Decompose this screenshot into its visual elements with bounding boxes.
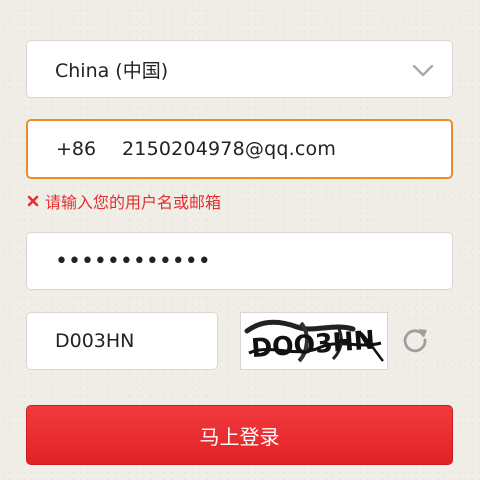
password-field[interactable]: •••••••••••• bbox=[26, 232, 453, 290]
country-code-prefix[interactable]: +86 bbox=[56, 138, 122, 160]
login-button-label: 马上登录 bbox=[199, 424, 280, 449]
account-input[interactable]: 2150204978@qq.com bbox=[122, 138, 336, 160]
captcha-image[interactable]: DOO3HN bbox=[240, 312, 388, 370]
chevron-down-icon bbox=[412, 64, 434, 77]
country-select[interactable]: China (中国) bbox=[26, 40, 453, 98]
account-field[interactable]: +86 2150204978@qq.com bbox=[26, 119, 453, 179]
captcha-graphic: DOO3HN bbox=[244, 319, 384, 365]
captcha-image-text: DOO3HN bbox=[250, 326, 376, 365]
login-button[interactable]: 马上登录 bbox=[26, 405, 453, 465]
password-input[interactable]: •••••••••••• bbox=[55, 249, 211, 274]
error-text: 请输入您的用户名或邮箱 bbox=[45, 193, 222, 212]
error-x-icon bbox=[27, 195, 39, 207]
captcha-field[interactable]: D003HN bbox=[26, 312, 218, 370]
refresh-icon[interactable] bbox=[400, 325, 430, 355]
captcha-input[interactable]: D003HN bbox=[55, 330, 134, 352]
country-select-value: China (中国) bbox=[55, 59, 169, 82]
error-message: 请输入您的用户名或邮箱 bbox=[26, 189, 221, 213]
